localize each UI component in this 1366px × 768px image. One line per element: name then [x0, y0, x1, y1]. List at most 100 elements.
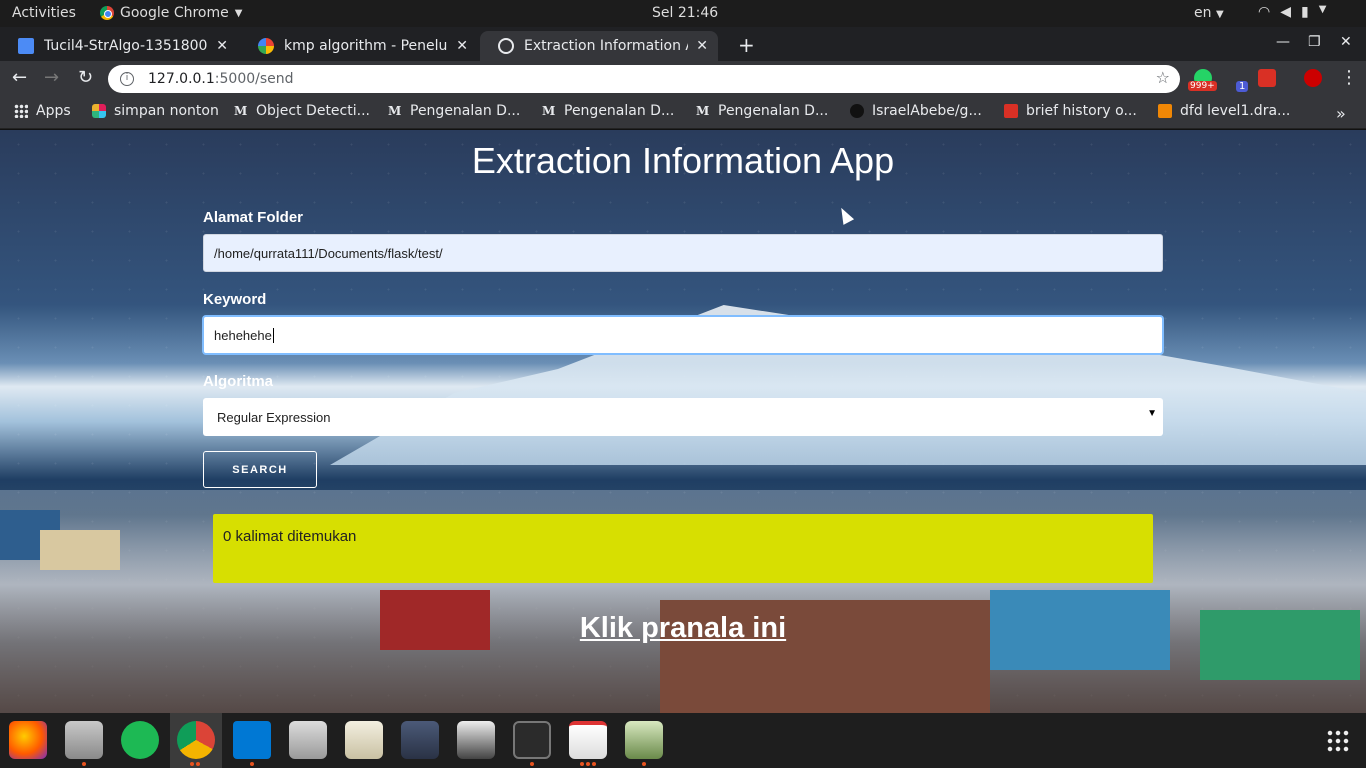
bookmark-label: Pengenalan D... [564, 103, 675, 119]
extension-count-badge: 1 [1236, 81, 1249, 92]
bookmark-object-detection[interactable]: M Object Detecti... [234, 103, 370, 119]
terminal-icon[interactable] [513, 721, 551, 759]
forward-arrow-icon[interactable]: → [44, 67, 59, 88]
text-editor-icon[interactable] [345, 721, 383, 759]
bookmark-label: Pengenalan D... [410, 103, 521, 119]
bookmark-label: IsraelAbebe/g... [872, 103, 982, 119]
dropdown-arrow-icon: ▼ [1147, 408, 1157, 419]
close-icon[interactable]: ✕ [216, 38, 228, 54]
system-tray[interactable]: ◠ ◀ ▮ ▼ [1258, 4, 1326, 20]
language-selector[interactable]: en ▼ [1194, 5, 1224, 21]
url-path: :5000/send [214, 71, 294, 87]
url-host: 127.0.0.1 [148, 71, 215, 87]
chrome-icon[interactable] [177, 721, 215, 759]
image-viewer-icon[interactable] [625, 721, 663, 759]
evince-icon[interactable] [569, 721, 607, 759]
globe-icon [498, 38, 514, 54]
folder-input-value: /home/qurrata111/Documents/flask/test/ [214, 245, 443, 261]
bookmark-apps[interactable]: Apps [14, 103, 71, 119]
slack-icon [92, 104, 106, 118]
system-top-bar: Activities Google Chrome ▼ Sel 21:46 en … [0, 0, 1366, 27]
algorithm-label: Algoritma [203, 373, 274, 390]
google-icon [258, 38, 274, 54]
spotify-icon[interactable] [121, 721, 159, 759]
docs-icon [18, 38, 34, 54]
activities-button[interactable]: Activities [12, 5, 76, 21]
medium-icon: M [234, 104, 248, 118]
bookmark-github[interactable]: IsraelAbebe/g... [850, 103, 982, 119]
bookmark-label: Object Detecti... [256, 103, 370, 119]
browser-toolbar: ← → ↻ i 127.0.0.1:5000/send ☆ ⋮ [0, 61, 1366, 97]
bookmark-label: Pengenalan D... [718, 103, 829, 119]
medium-icon: M [388, 104, 402, 118]
extension-red-icon[interactable] [1258, 69, 1276, 87]
firefox-icon[interactable] [9, 721, 47, 759]
close-icon[interactable]: ✕ [696, 38, 708, 54]
minimize-icon[interactable]: — [1276, 34, 1290, 50]
bookmarks-overflow-button[interactable]: » [1336, 104, 1346, 123]
bookmark-simpan-nonton[interactable]: simpan nonton [92, 103, 219, 119]
bookmark-pengenalan-1[interactable]: M Pengenalan D... [388, 103, 520, 119]
clock[interactable]: Sel 21:46 [652, 5, 718, 21]
bookmark-dfd[interactable]: dfd level1.dra... [1158, 103, 1290, 119]
show-applications-icon[interactable] [1326, 729, 1350, 753]
language-label: en [1194, 5, 1212, 21]
tab-google-search[interactable]: kmp algorithm - Penelusu ✕ [240, 31, 478, 61]
bookmark-label: brief history o... [1026, 103, 1137, 119]
tab-strip: Tucil4-StrAlgo-13518004 - ✕ kmp algorith… [0, 27, 1366, 61]
reload-icon[interactable]: ↻ [78, 67, 93, 88]
medium-icon: M [696, 104, 710, 118]
caret-down-icon: ▼ [1318, 4, 1327, 15]
tab-extraction-app[interactable]: Extraction Information Ap ✕ [480, 31, 718, 61]
keyword-input[interactable]: hehehehe [203, 316, 1163, 354]
camera-icon[interactable] [289, 721, 327, 759]
book-icon[interactable] [401, 721, 439, 759]
app-menu-label: Google Chrome [120, 5, 229, 21]
bookmarks-bar: Apps simpan nonton M Object Detecti... M… [0, 97, 1366, 129]
bookmark-brief-history[interactable]: brief history o... [1004, 103, 1137, 119]
new-tab-button[interactable]: + [738, 33, 755, 57]
tab-title: Tucil4-StrAlgo-13518004 - [44, 38, 209, 54]
folder-input[interactable]: /home/qurrata111/Documents/flask/test/ [203, 234, 1163, 272]
extension-dark-icon[interactable] [1304, 69, 1322, 87]
search-button[interactable]: SEARCH [203, 451, 317, 488]
result-link-label[interactable]: Klik pranala ini [580, 612, 786, 644]
page-content: Extraction Information App Alamat Folder… [0, 130, 1366, 713]
algorithm-select-value: Regular Expression [217, 409, 331, 425]
files-icon[interactable] [65, 721, 103, 759]
page-title: Extraction Information App [471, 140, 895, 181]
result-panel: 0 kalimat ditemukan [213, 514, 1153, 583]
folder-label: Alamat Folder [203, 209, 304, 226]
keyword-label: Keyword [203, 291, 267, 308]
wifi-icon: ◠ [1258, 4, 1271, 20]
window-close-icon[interactable]: ✕ [1340, 34, 1352, 50]
keyword-input-value: hehehehe [214, 327, 272, 343]
info-icon[interactable]: i [120, 72, 134, 86]
text-cursor [272, 327, 274, 343]
restore-icon[interactable]: ❐ [1308, 34, 1321, 50]
chrome-icon [100, 6, 114, 20]
medium-icon: M [542, 104, 556, 118]
bookmark-star-icon[interactable]: ☆ [1156, 68, 1170, 87]
bookmark-pengenalan-2[interactable]: M Pengenalan D... [542, 103, 674, 119]
algorithm-select[interactable]: Regular Expression ▼ [203, 398, 1163, 436]
drawio-icon [1158, 104, 1172, 118]
back-arrow-icon[interactable]: ← [12, 67, 27, 88]
vscode-icon[interactable] [233, 721, 271, 759]
dock [0, 713, 1366, 768]
github-icon [850, 104, 864, 118]
tab-docs[interactable]: Tucil4-StrAlgo-13518004 - ✕ [0, 31, 238, 61]
bookmark-pengenalan-3[interactable]: M Pengenalan D... [696, 103, 828, 119]
bookmark-label: simpan nonton [114, 103, 219, 119]
address-bar[interactable]: i 127.0.0.1:5000/send ☆ [108, 65, 1180, 93]
menu-kebab-icon[interactable]: ⋮ [1340, 67, 1358, 88]
bookmark-label: dfd level1.dra... [1180, 103, 1291, 119]
result-text: 0 kalimat ditemukan [223, 528, 357, 545]
app-menu[interactable]: Google Chrome ▼ [100, 5, 242, 21]
close-icon[interactable]: ✕ [456, 38, 468, 54]
battery-icon: ▮ [1301, 4, 1309, 20]
result-link[interactable]: Klik pranala ini [0, 612, 1366, 645]
volume-icon: ◀ [1280, 4, 1291, 20]
video-editor-icon[interactable] [457, 721, 495, 759]
tab-title: Extraction Information Ap [524, 38, 689, 54]
